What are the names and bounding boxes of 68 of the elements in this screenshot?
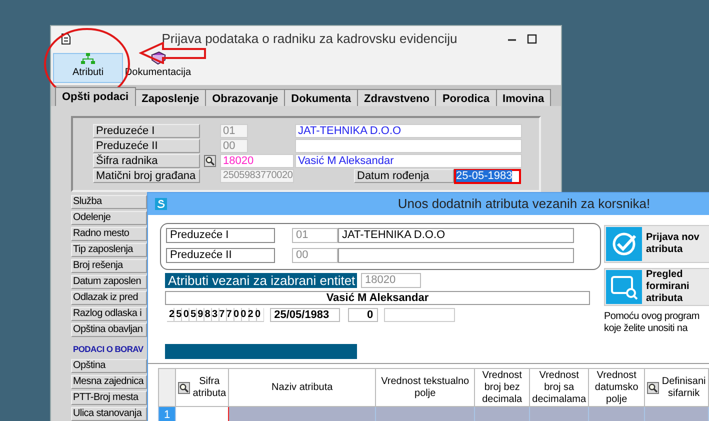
hierarchy-icon (81, 53, 95, 65)
field-label: Preduzeće I (93, 124, 200, 138)
help-text: Pomoću ovog program koje želite unositi na (604, 311, 700, 335)
search-icon[interactable] (178, 382, 190, 394)
empty-field[interactable] (384, 308, 456, 322)
field-label: Opština (71, 358, 147, 373)
count-field: 0 (348, 308, 378, 322)
tab[interactable]: Porodica (435, 89, 497, 106)
section-heading: PODACI O BORAV (73, 343, 144, 356)
field-label: Opština obavljan (71, 323, 147, 337)
table-cell[interactable] (474, 406, 530, 421)
value-field[interactable] (295, 139, 522, 153)
code-field[interactable]: 01 (292, 228, 338, 243)
field-label: Radno mesto (71, 227, 147, 241)
tab[interactable]: Obrazovanje (205, 89, 286, 106)
field-label: Broj rešenja (71, 259, 147, 273)
toolbar-button[interactable]: Atributi (53, 53, 123, 83)
table-cell[interactable] (228, 406, 376, 421)
field-label: Odlazak iz pred (71, 291, 147, 305)
name-field: Vasić M Aleksandar (165, 291, 590, 305)
field-label: Preduzeće II (93, 139, 200, 153)
value-field[interactable]: Vasić M Aleksandar (295, 154, 522, 168)
search-icon[interactable] (647, 382, 660, 394)
value-field[interactable] (338, 248, 574, 263)
field-label: Datum zaposlen (71, 275, 147, 289)
search-icon[interactable] (204, 155, 216, 167)
field-label: Tip zaposlenja (71, 243, 147, 257)
table-cell[interactable] (376, 406, 475, 421)
field-label: Mesna zajednica (71, 374, 147, 389)
tab[interactable]: Imovina (496, 89, 552, 106)
value-field[interactable]: JAT-TEHNIKA D.O.O (338, 228, 574, 243)
maximize-icon[interactable] (527, 34, 537, 44)
dialog-icon (155, 198, 167, 210)
field-label: PTT-Broj mesta (71, 390, 147, 405)
code-field[interactable]: 00 (292, 248, 338, 263)
field-label: Odelenje (71, 211, 147, 225)
field-label: Razlog odlaska i (71, 307, 147, 321)
field-label: Šifra radnika (93, 154, 200, 168)
date-field[interactable]: 25-05-1983 (454, 168, 521, 184)
action-button[interactable]: Pregled formirani atributa (604, 268, 709, 306)
field-label: Preduzeće II (166, 248, 275, 263)
header-corner (158, 368, 176, 406)
magnifier-icon (606, 270, 642, 304)
field-label: Matični broj građana (93, 169, 200, 183)
window-title: Prijava podataka o radniku za kadrovsku evidenciju (160, 30, 458, 48)
table-cell[interactable] (530, 406, 589, 421)
date-field: 25/05/1983 (270, 308, 340, 322)
field-label: Preduzeće I (166, 228, 275, 243)
field-label: Datum rođenja (354, 169, 454, 183)
column-header[interactable]: Definisani sifarnik (644, 368, 708, 406)
field-label: Ulica stanovanja (71, 406, 147, 421)
code-field[interactable]: 18020 (361, 273, 421, 288)
tab[interactable]: Zdravstveno (357, 89, 436, 106)
id-number-field: 2505983770020 (167, 308, 264, 322)
book-icon (150, 51, 166, 65)
tab[interactable]: Opšti podaci (55, 87, 136, 106)
column-header[interactable]: Sifra atributa (176, 368, 229, 406)
field-label: Služba (71, 195, 147, 209)
tab[interactable]: Zaposlenje (134, 89, 206, 106)
checkmark-icon (606, 227, 642, 261)
action-button[interactable]: Prijava nov atributa (604, 225, 709, 263)
table-cell[interactable] (644, 406, 708, 421)
value-field[interactable]: JAT-TEHNIKA D.O.O (295, 124, 522, 138)
table-cell[interactable] (176, 406, 229, 421)
section-label: Atributi vezani za izabrani entitet (165, 273, 357, 288)
table-cell[interactable] (588, 406, 645, 421)
tab[interactable]: Dokumenta (284, 89, 358, 106)
window-title: Unos dodatnih atributa vezanih za korsnika! (398, 195, 652, 214)
